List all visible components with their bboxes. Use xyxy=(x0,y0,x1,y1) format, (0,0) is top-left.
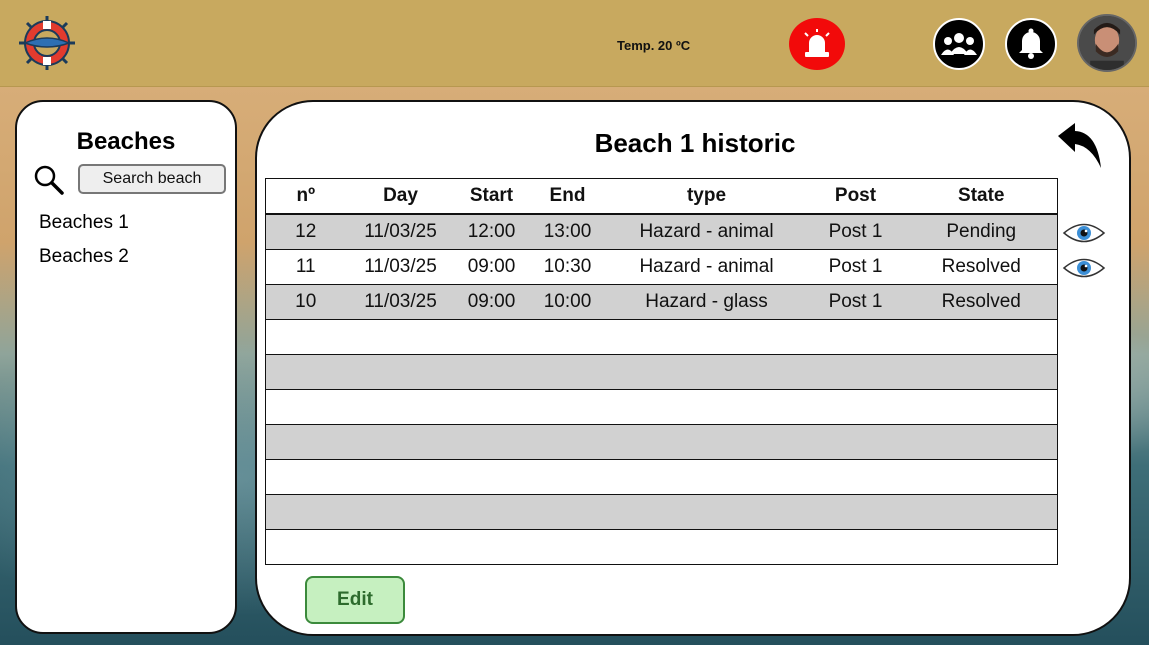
cell-post: Post 1 xyxy=(805,214,906,250)
lifebuoy-logo-icon[interactable] xyxy=(17,15,77,71)
cell-post: Post 1 xyxy=(805,284,906,320)
search-beach-button[interactable]: Search beach xyxy=(78,164,226,194)
temperature-readout: Temp. 20 ºC xyxy=(617,38,691,53)
empty-table-row xyxy=(265,319,1058,355)
cell-start: 09:00 xyxy=(455,249,528,285)
view-row-eye-icon[interactable] xyxy=(1062,222,1106,244)
table-header-row: nº Day Start End type Post State xyxy=(265,178,1058,215)
search-icon[interactable] xyxy=(33,164,65,196)
column-header-start: Start xyxy=(455,178,528,215)
notifications-button[interactable] xyxy=(1005,18,1057,70)
cell-state: Resolved xyxy=(905,284,1058,320)
cell-start: 09:00 xyxy=(455,284,528,320)
cell-state: Resolved xyxy=(905,249,1058,285)
cell-post: Post 1 xyxy=(805,249,906,285)
cell-number: 10 xyxy=(265,284,346,320)
cell-day: 11/03/25 xyxy=(345,249,456,285)
alarm-button[interactable] xyxy=(789,18,845,70)
top-bar: Temp. 20 ºC xyxy=(0,0,1149,87)
sidebar-item-beaches-1[interactable]: Beaches 1 xyxy=(39,212,129,234)
cell-end: 13:00 xyxy=(527,214,608,250)
table-row[interactable]: 12 11/03/25 12:00 13:00 Hazard - animal … xyxy=(265,214,1058,250)
cell-number: 11 xyxy=(265,249,346,285)
view-row-eye-icon[interactable] xyxy=(1062,257,1106,279)
column-header-type: type xyxy=(607,178,806,215)
column-header-post: Post xyxy=(805,178,906,215)
cell-type: Hazard - glass xyxy=(607,284,806,320)
empty-table-row xyxy=(265,459,1058,495)
group-icon xyxy=(941,33,977,55)
historic-panel: Beach 1 historic nº Day Start End type P… xyxy=(255,100,1131,636)
empty-table-row xyxy=(265,494,1058,530)
column-header-number: nº xyxy=(265,178,346,215)
sidebar-title: Beaches xyxy=(76,128,176,155)
empty-table-row xyxy=(265,424,1058,460)
table-row[interactable]: 10 11/03/25 09:00 10:00 Hazard - glass P… xyxy=(265,284,1058,320)
edit-button[interactable]: Edit xyxy=(305,576,405,624)
column-header-end: End xyxy=(527,178,608,215)
back-arrow-icon[interactable] xyxy=(1055,122,1105,170)
empty-table-row xyxy=(265,529,1058,565)
group-button[interactable] xyxy=(933,18,985,70)
cell-state: Pending xyxy=(905,214,1058,250)
empty-table-row xyxy=(265,389,1058,425)
sidebar-item-beaches-2[interactable]: Beaches 2 xyxy=(39,246,129,268)
cell-type: Hazard - animal xyxy=(607,214,806,250)
cell-day: 11/03/25 xyxy=(345,284,456,320)
cell-end: 10:30 xyxy=(527,249,608,285)
column-header-day: Day xyxy=(345,178,456,215)
siren-icon xyxy=(804,29,830,57)
cell-type: Hazard - animal xyxy=(607,249,806,285)
beaches-sidebar: Beaches Search beach Beaches 1 Beaches 2 xyxy=(15,100,237,634)
cell-end: 10:00 xyxy=(527,284,608,320)
cell-number: 12 xyxy=(265,214,346,250)
empty-table-row xyxy=(265,354,1058,390)
cell-day: 11/03/25 xyxy=(345,214,456,250)
user-avatar[interactable] xyxy=(1077,14,1137,72)
table-row[interactable]: 11 11/03/25 09:00 10:30 Hazard - animal … xyxy=(265,249,1058,285)
column-header-state: State xyxy=(905,178,1058,215)
page-title: Beach 1 historic xyxy=(594,128,796,158)
historic-table: nº Day Start End type Post State 12 11/0… xyxy=(265,178,1058,565)
bell-icon xyxy=(1019,28,1043,59)
cell-start: 12:00 xyxy=(455,214,528,250)
